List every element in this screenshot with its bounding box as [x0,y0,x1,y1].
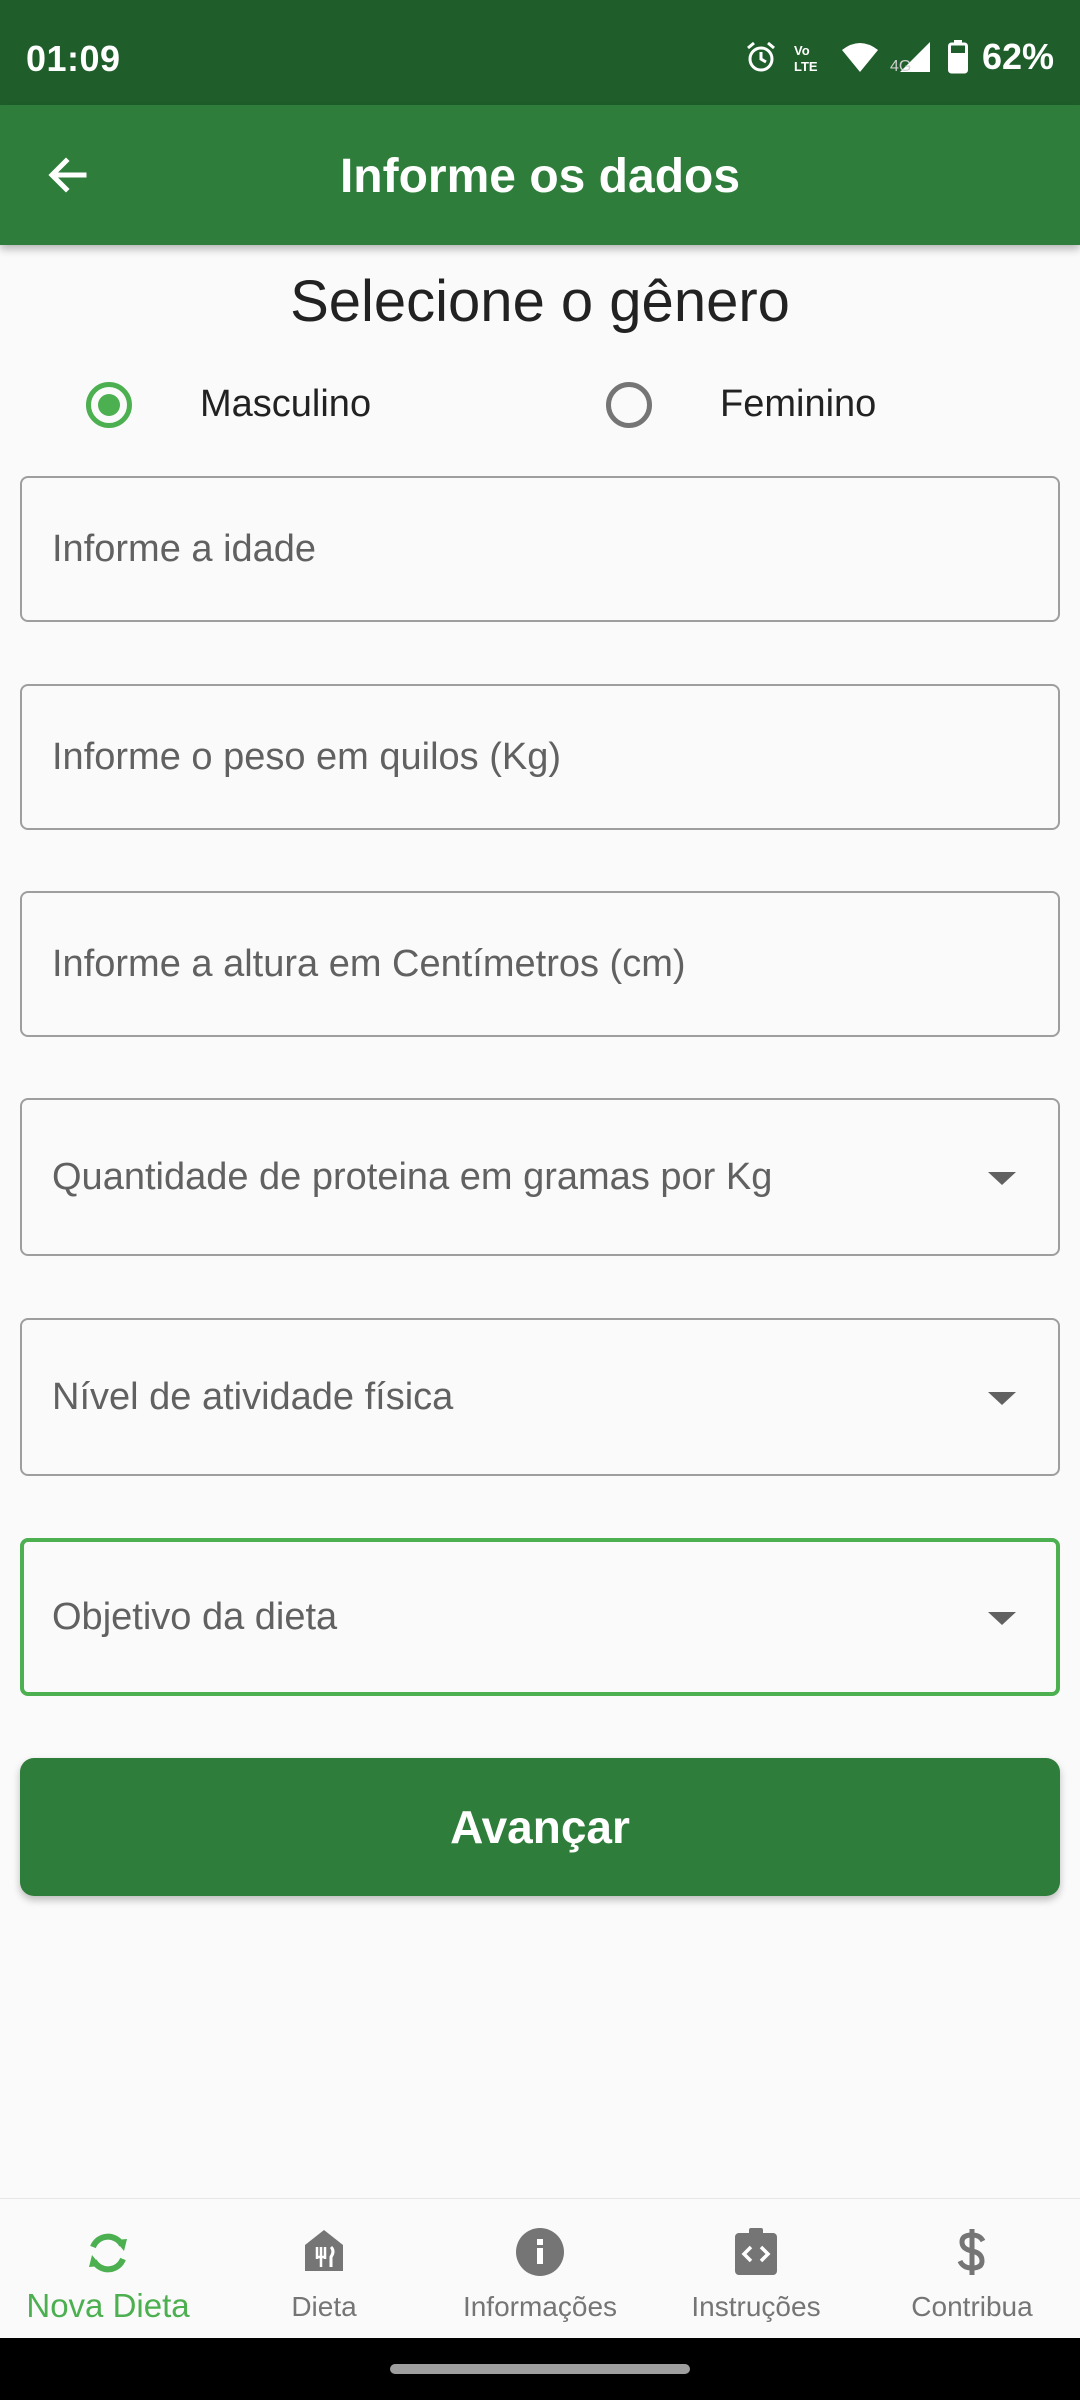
radio-label-feminino: Feminino [720,383,877,425]
dropdown-arrow-icon [988,1612,1016,1625]
battery-icon [947,40,968,74]
diet-goal-dropdown[interactable]: Objetivo da dieta [20,1538,1060,1696]
protein-dropdown[interactable]: Quantidade de proteina em gramas por Kg [20,1098,1060,1256]
radio-label-masculino: Masculino [200,383,372,425]
dollar-icon [957,2229,986,2275]
nav-label-nova-dieta: Nova Dieta [26,2287,190,2324]
svg-text:LTE: LTE [794,59,818,74]
system-navigation-bar [0,2338,1080,2400]
status-icons: Vo LTE 4G 62% [744,36,1054,78]
home-gesture-handle[interactable] [390,2364,690,2374]
gender-option-masculino[interactable]: Masculino [86,375,371,435]
nav-item-informacoes[interactable]: Informações [432,2199,648,2339]
restaurant-icon [305,2230,343,2271]
radio-button-masculino[interactable] [86,382,132,428]
status-bar: 01:09 Vo LTE 4G 62% [0,0,1080,105]
status-time: 01:09 [26,38,121,79]
alarm-icon [744,40,778,74]
gender-section-title: Selecione o gênero [290,269,790,334]
dropdown-arrow-icon [988,1172,1016,1185]
app-bar: Informe os dados [0,105,1080,245]
refresh-icon [89,2233,127,2273]
network-label: 4G [889,58,912,75]
svg-text:Vo: Vo [794,43,810,58]
volte-icon: Vo LTE [792,40,826,74]
protein-dropdown-placeholder: Quantidade de proteina em gramas por Kg [52,1156,773,1198]
bottom-navigation: Nova Dieta Dieta Informações Instruções [0,2198,1080,2338]
nav-label-dieta: Dieta [291,2291,357,2322]
activity-level-dropdown-placeholder: Nível de atividade física [52,1376,454,1418]
height-input[interactable]: Informe a altura em Centímetros (cm) [20,891,1060,1037]
age-input[interactable]: Informe a idade [20,476,1060,622]
gender-option-feminino[interactable]: Feminino [606,375,876,435]
height-input-placeholder: Informe a altura em Centímetros (cm) [52,943,686,985]
age-input-placeholder: Informe a idade [52,528,317,570]
nav-label-contribua: Contribua [911,2291,1033,2322]
weight-input-placeholder: Informe o peso em quilos (Kg) [52,736,562,778]
dropdown-arrow-icon [988,1392,1016,1405]
page-title: Informe os dados [339,150,741,203]
signal-icon: 4G [890,40,934,75]
nav-item-dieta[interactable]: Dieta [216,2199,432,2339]
battery-percentage: 62% [981,36,1054,77]
radio-selected-dot [98,394,120,416]
nav-item-nova-dieta[interactable]: Nova Dieta [0,2199,216,2339]
diet-goal-dropdown-placeholder: Objetivo da dieta [52,1596,338,1638]
nav-item-instrucoes[interactable]: Instruções [648,2199,864,2339]
code-clipboard-icon [735,2228,777,2275]
activity-level-dropdown[interactable]: Nível de atividade física [20,1318,1060,1476]
nav-label-informacoes: Informações [462,2291,618,2322]
nav-item-contribua[interactable]: Contribua [864,2199,1080,2339]
wifi-icon [840,40,880,74]
weight-input[interactable]: Informe o peso em quilos (Kg) [20,684,1060,830]
radio-button-feminino[interactable] [606,382,652,428]
info-icon [516,2228,564,2276]
nav-label-instrucoes: Instruções [691,2291,821,2322]
next-button[interactable]: Avançar [20,1758,1060,1896]
